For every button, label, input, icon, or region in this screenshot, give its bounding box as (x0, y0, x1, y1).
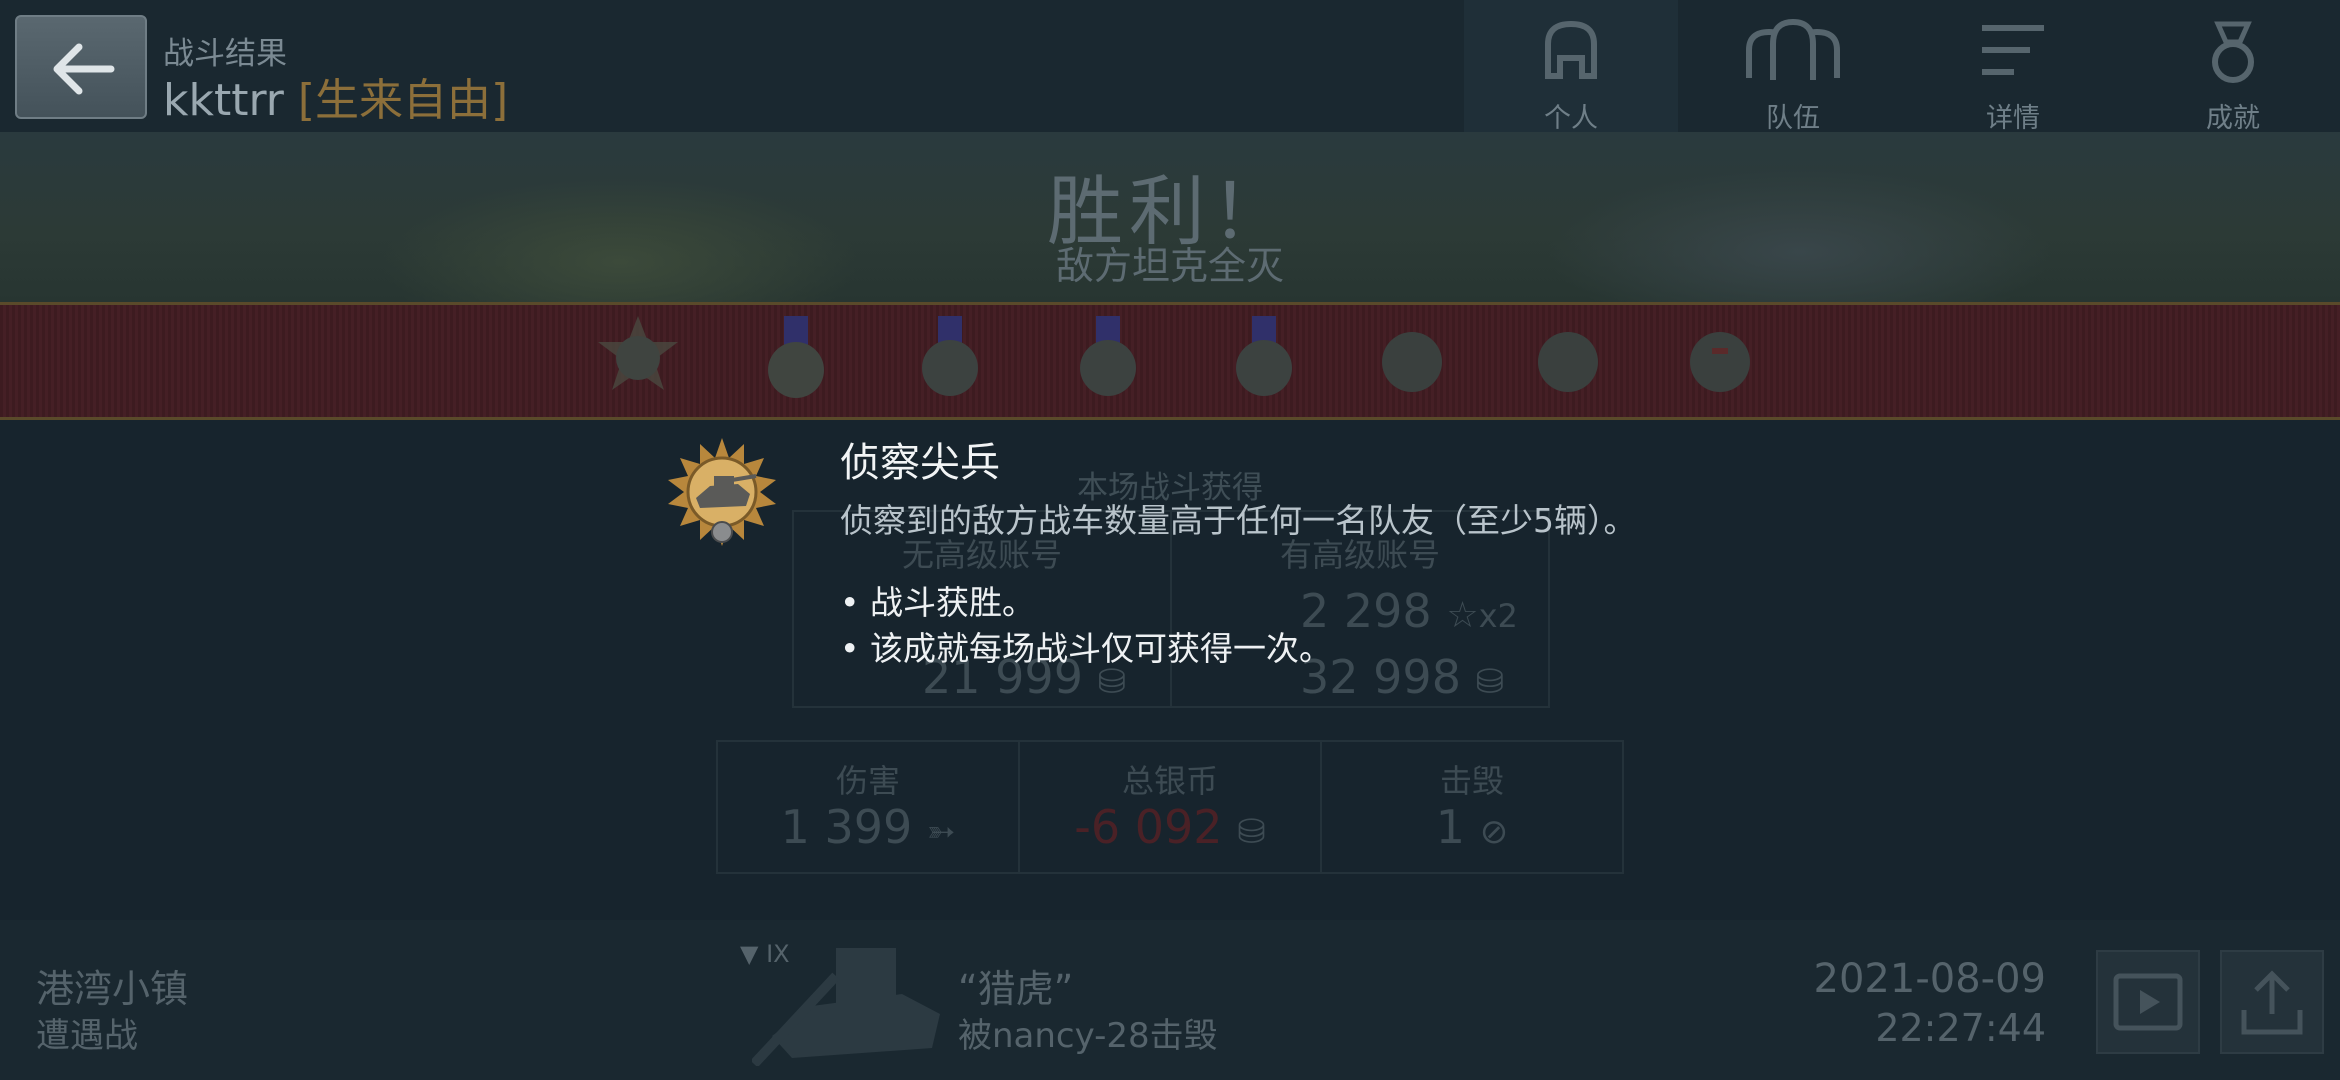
tooltip-title: 侦察尖兵 (840, 440, 1000, 486)
tab-details-label: 详情 (1986, 103, 2040, 134)
team-helmets-icon (1746, 18, 1840, 80)
tooltip-bullet: • 战斗获胜。 (840, 583, 1035, 622)
kills-stat: 1 ⊘ (1320, 800, 1624, 854)
kills-value: 1 (1435, 800, 1466, 854)
total-credits-label: 总银币 (1121, 762, 1218, 800)
battle-result-subtitle: 敌方坦克全灭 (1055, 244, 1284, 288)
killed-by: 被nancy-28击毁 (958, 1016, 1218, 1056)
tab-personal-label: 个人 (1544, 103, 1598, 134)
battle-time: 22:27:44 (1875, 1006, 2046, 1050)
medal-icon[interactable] (1364, 312, 1460, 408)
destroyed-tank-icon: ⊘ (1479, 812, 1509, 852)
tab-achievements[interactable]: 成就 (2126, 0, 2340, 134)
share-upload-icon (2241, 970, 2303, 1035)
tab-achievements-label: 成就 (2206, 103, 2260, 134)
battle-mode: 遭遇战 (36, 1016, 138, 1056)
tab-team-label: 队伍 (1766, 103, 1820, 134)
medal-icon[interactable] (1216, 312, 1312, 408)
damage-value: 1 399 (780, 800, 913, 854)
details-list-icon (1982, 25, 2044, 75)
clan-tag: [生来自由] (297, 75, 509, 126)
medal-icon[interactable] (748, 312, 844, 408)
tab-personal[interactable]: 个人 (1464, 0, 1678, 134)
medal-icon[interactable] (1520, 312, 1616, 408)
damage-label: 伤害 (835, 762, 900, 800)
total-credits-stat: -6 092 ⛁ (1018, 800, 1322, 854)
tooltip-description: 侦察到的敌方战车数量高于任何一名队友（至少5辆）。 (840, 501, 1637, 540)
share-button[interactable] (2220, 950, 2324, 1054)
map-name: 港湾小镇 (36, 967, 189, 1011)
player-name: kkttrr (163, 75, 284, 126)
player-helmet-icon (1545, 20, 1597, 79)
tank-name: “猎虎” (958, 967, 1074, 1011)
coins-icon: ⛁ (1237, 812, 1266, 852)
tank-silhouette-icon (752, 948, 940, 1066)
tooltip-bullet: • 该成就每场战斗仅可获得一次。 (840, 629, 1332, 668)
medal-icon[interactable] (902, 312, 998, 408)
premium-xp: 2 298 ☆x2 (1300, 584, 1518, 638)
shell-icon: ➳ (926, 812, 956, 852)
arrow-left-icon (53, 43, 115, 95)
back-button[interactable] (15, 15, 147, 119)
achievements-ribbon (0, 302, 2340, 420)
replay-button[interactable] (2096, 950, 2200, 1054)
scout-medal-icon[interactable] (590, 312, 686, 408)
total-credits-value: -6 092 (1074, 800, 1223, 854)
premium-xp-multiplier: x2 (1478, 597, 1518, 635)
kills-label: 击毁 (1439, 762, 1504, 800)
scout-achievement-icon (668, 438, 776, 546)
medal-icon[interactable] (1060, 312, 1156, 408)
tab-team[interactable]: 队伍 (1686, 0, 1900, 134)
coins-icon: ⛁ (1475, 662, 1505, 702)
film-replay-icon (2113, 973, 2183, 1031)
player-name-line: kkttrr [生来自由] (163, 64, 508, 128)
star-icon: ☆ (1446, 595, 1479, 636)
damage-stat: 1 399 ➳ (716, 800, 1020, 854)
battle-date: 2021-08-09 (1813, 956, 2046, 1002)
medal-icon[interactable] (1672, 312, 1768, 408)
medal-ribbon-icon (2212, 21, 2254, 83)
tab-details[interactable]: 详情 (1906, 0, 2120, 134)
